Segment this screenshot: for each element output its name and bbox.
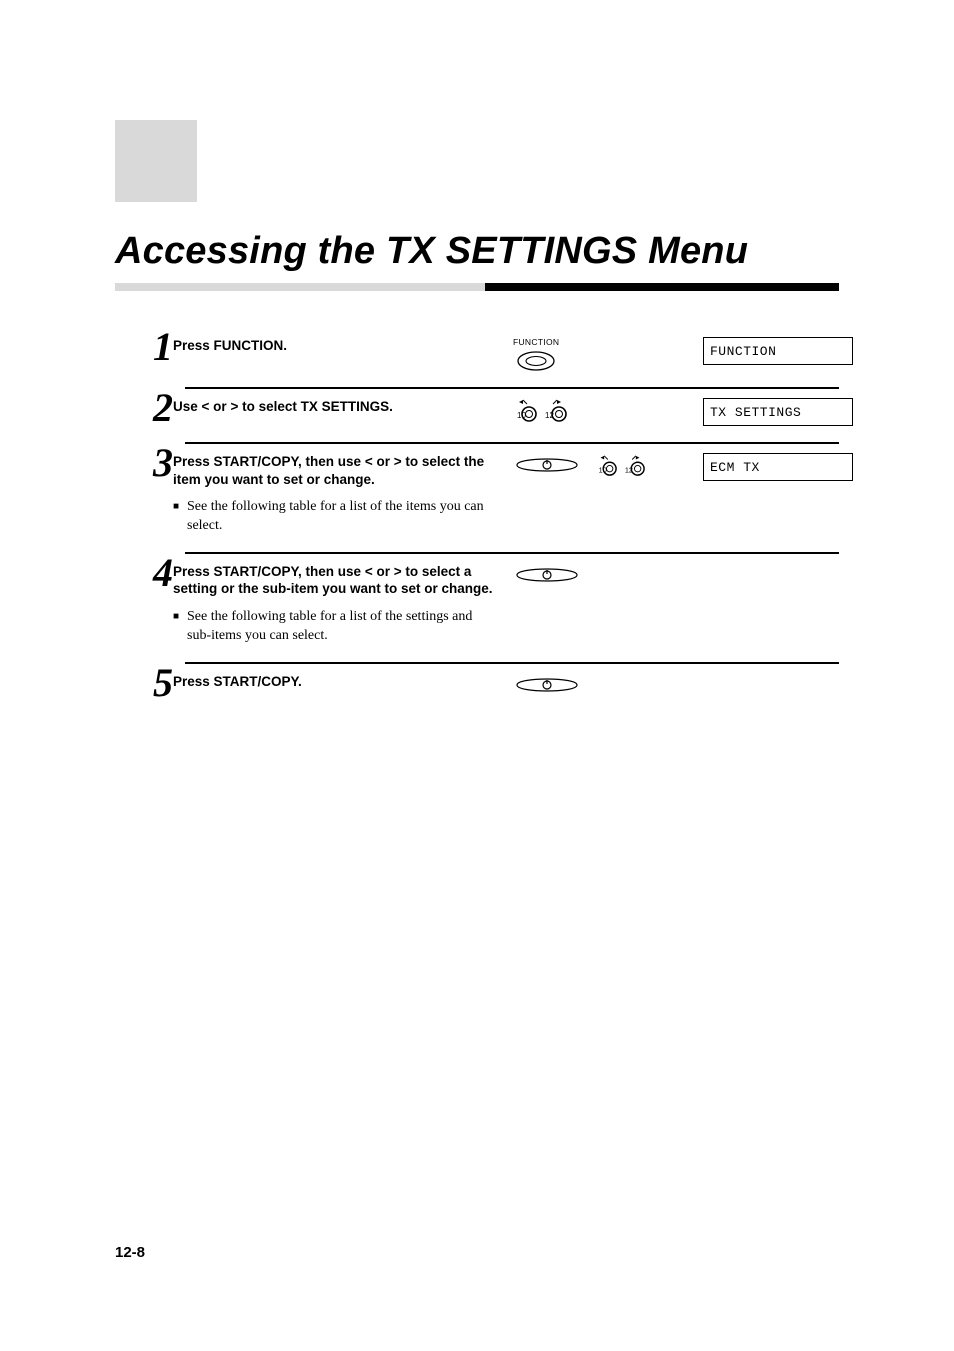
step-bullet: ■ See the following table for a list of … bbox=[173, 608, 493, 646]
arrow-buttons-icon: 10 12 bbox=[595, 453, 645, 477]
title-underline bbox=[115, 283, 839, 291]
step-heading: Press FUNCTION. bbox=[173, 337, 493, 355]
step-number: 3 bbox=[133, 447, 173, 479]
step-2: 2 Use < or > to select TX SETTINGS. 10 bbox=[185, 387, 839, 442]
start-copy-button-icon bbox=[513, 563, 581, 587]
function-label: FUNCTION bbox=[513, 337, 559, 347]
lcd-display: TX SETTINGS bbox=[703, 398, 853, 426]
bullet-text: See the following table for a list of th… bbox=[187, 498, 493, 536]
function-button-icon: FUNCTION bbox=[513, 337, 559, 371]
step-1: 1 Press FUNCTION. FUNCTION FUNCTION bbox=[185, 327, 839, 387]
bullet-text: See the following table for a list of th… bbox=[187, 608, 493, 646]
right-arrow-button-icon: 12 bbox=[543, 398, 567, 422]
bullet-square-icon: ■ bbox=[173, 498, 187, 536]
arrow-buttons-icon: 10 12 bbox=[513, 398, 567, 422]
step-number: 2 bbox=[133, 392, 173, 424]
step-number: 1 bbox=[133, 331, 173, 363]
step-4: 4 Press START/COPY, then use < or > to s… bbox=[185, 552, 839, 662]
underline-black bbox=[485, 283, 839, 291]
step-number: 5 bbox=[133, 667, 173, 699]
step-bullet: ■ See the following table for a list of … bbox=[173, 498, 493, 536]
start-copy-button-icon bbox=[513, 673, 581, 697]
start-copy-button-icon bbox=[513, 453, 581, 477]
lcd-display: ECM TX bbox=[703, 453, 853, 481]
step-5: 5 Press START/COPY. bbox=[185, 662, 839, 715]
left-arrow-button-icon: 10 bbox=[595, 453, 617, 477]
page-number: 12-8 bbox=[115, 1244, 145, 1261]
step-3: 3 Press START/COPY, then use < or > to s… bbox=[185, 442, 839, 552]
oval-button-icon bbox=[517, 351, 555, 371]
right-arrow-button-icon: 12 bbox=[623, 453, 645, 477]
decorative-gray-block bbox=[115, 120, 197, 202]
page-title: Accessing the TX SETTINGS Menu bbox=[115, 230, 839, 283]
lcd-display: FUNCTION bbox=[703, 337, 853, 365]
steps-container: 1 Press FUNCTION. FUNCTION FUNCTION bbox=[185, 299, 839, 715]
step-number: 4 bbox=[133, 557, 173, 589]
step-heading: Press START/COPY. bbox=[173, 673, 493, 691]
step-heading: Use < or > to select TX SETTINGS. bbox=[173, 398, 493, 416]
underline-gray bbox=[115, 283, 485, 291]
bullet-square-icon: ■ bbox=[173, 608, 187, 646]
page: Accessing the TX SETTINGS Menu 1 Press F… bbox=[0, 0, 954, 1351]
step-heading: Press START/COPY, then use < or > to sel… bbox=[173, 453, 493, 488]
step-heading: Press START/COPY, then use < or > to sel… bbox=[173, 563, 493, 598]
left-arrow-button-icon: 10 bbox=[513, 398, 537, 422]
